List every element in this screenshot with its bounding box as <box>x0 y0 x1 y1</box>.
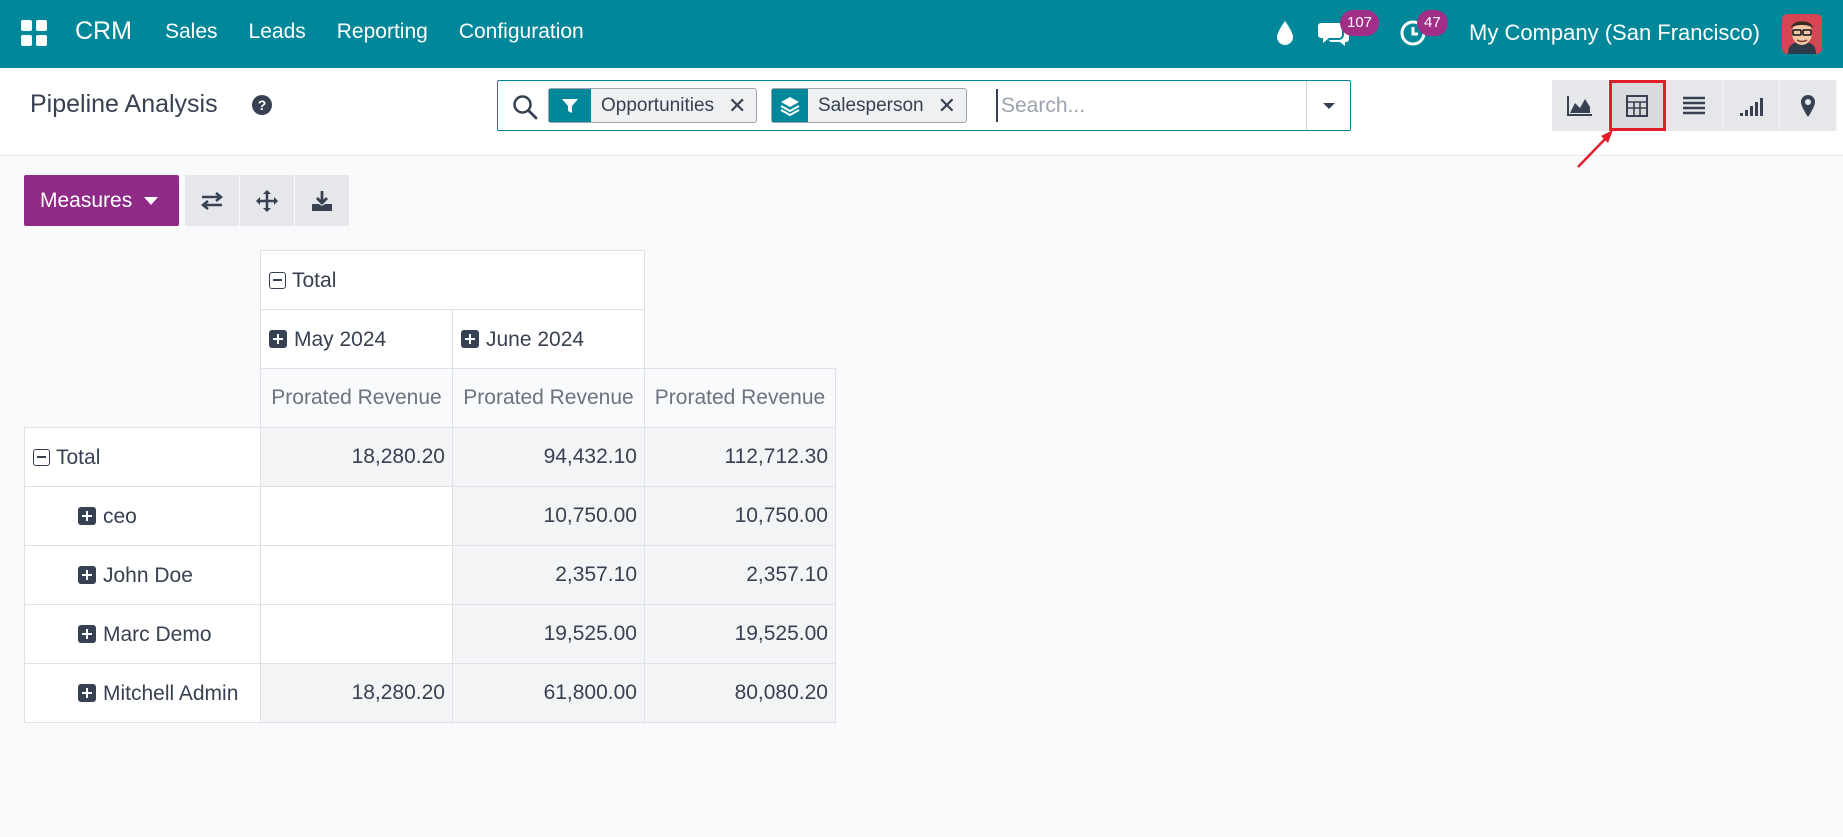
company-switcher[interactable]: My Company (San Francisco) <box>1469 20 1760 46</box>
value-cell[interactable]: 61,800.00 <box>452 663 645 723</box>
col-header-total[interactable]: Total <box>260 250 645 310</box>
col-header-june-2024[interactable]: June 2024 <box>452 309 645 369</box>
caret-down-icon <box>144 196 159 205</box>
search-input[interactable] <box>996 89 1296 122</box>
expand-icon <box>78 684 96 702</box>
map-marker-icon <box>1801 94 1815 117</box>
search-options-toggle[interactable] <box>1306 81 1350 130</box>
area-chart-icon <box>1567 95 1592 116</box>
user-avatar[interactable] <box>1782 14 1822 54</box>
expand-icon <box>78 566 96 584</box>
page-title: Pipeline Analysis <box>30 90 218 118</box>
value-cell[interactable] <box>260 545 453 605</box>
facet-label: Salesperson <box>818 95 924 116</box>
list-icon <box>1683 96 1705 114</box>
activities-badge: 47 <box>1417 10 1448 36</box>
value-cell[interactable]: 2,357.10 <box>644 545 836 605</box>
view-switcher <box>1552 80 1837 131</box>
app-name[interactable]: CRM <box>75 17 132 46</box>
row-header-label: Total <box>56 445 101 469</box>
search-icon[interactable] <box>512 94 538 120</box>
exchange-icon <box>200 191 224 210</box>
arrows-move-icon <box>256 189 278 212</box>
col-header-may-2024[interactable]: May 2024 <box>260 309 453 369</box>
value-cell[interactable]: 19,525.00 <box>644 604 836 664</box>
menu-item-configuration[interactable]: Configuration <box>459 20 584 44</box>
download-icon <box>312 190 332 211</box>
cohort-view-button[interactable] <box>1723 80 1780 131</box>
row-header-label: ceo <box>103 504 137 528</box>
expand-all-button[interactable] <box>240 175 294 226</box>
facet-label: Opportunities <box>601 95 715 116</box>
value-cell[interactable] <box>260 604 453 664</box>
value-cell[interactable]: 80,080.20 <box>644 663 836 723</box>
measure-header[interactable]: Prorated Revenue <box>644 368 836 428</box>
value-cell[interactable]: 19,525.00 <box>452 604 645 664</box>
expand-icon <box>269 330 287 348</box>
value-cell[interactable]: 18,280.20 <box>260 663 453 723</box>
remove-facet-icon[interactable]: ✕ <box>724 89 756 122</box>
apps-menu-icon[interactable] <box>21 20 47 46</box>
filter-icon <box>549 89 591 122</box>
measures-label: Measures <box>40 188 133 212</box>
cohort-bars-icon <box>1740 97 1763 116</box>
col-header-label: May 2024 <box>294 327 387 351</box>
row-header-mitchell-admin[interactable]: Mitchell Admin <box>24 663 261 723</box>
pivot-view-button[interactable] <box>1609 80 1666 131</box>
map-view-button[interactable] <box>1780 80 1837 131</box>
remove-facet-icon[interactable]: ✕ <box>934 89 966 122</box>
row-header-label: Mitchell Admin <box>103 681 239 705</box>
menu-item-leads[interactable]: Leads <box>249 20 306 44</box>
graph-view-button[interactable] <box>1552 80 1609 131</box>
expand-icon <box>78 625 96 643</box>
caret-down-icon <box>1322 102 1335 109</box>
top-navbar: CRM Sales Leads Reporting Configuration … <box>0 0 1843 68</box>
collapse-icon <box>269 271 286 289</box>
pivot-table-icon <box>1626 94 1648 117</box>
col-header-label: June 2024 <box>486 327 585 351</box>
download-xlsx-button[interactable] <box>295 175 349 226</box>
row-header-label: John Doe <box>103 563 193 587</box>
flip-axis-button[interactable] <box>185 175 239 226</box>
expand-icon <box>461 330 479 348</box>
total-cell[interactable]: 18,280.20 <box>260 427 453 487</box>
search-bar: Opportunities ✕ Salesperson ✕ <box>497 80 1351 131</box>
menu-item-reporting[interactable]: Reporting <box>337 20 428 44</box>
row-header-ceo[interactable]: ceo <box>24 486 261 546</box>
group-by-layers-icon <box>772 89 808 122</box>
messages-badge: 107 <box>1340 10 1380 36</box>
value-cell[interactable]: 2,357.10 <box>452 545 645 605</box>
col-header-label: Total <box>292 268 337 292</box>
value-cell[interactable]: 10,750.00 <box>644 486 836 546</box>
row-header-label: Marc Demo <box>103 622 212 646</box>
measures-dropdown-button[interactable]: Measures <box>24 175 179 226</box>
pivot-tools <box>185 175 349 226</box>
row-header-marc-demo[interactable]: Marc Demo <box>24 604 261 664</box>
value-cell[interactable]: 10,750.00 <box>452 486 645 546</box>
collapse-icon <box>33 448 50 466</box>
control-panel: Pipeline Analysis ? Opportunities ✕ Sale… <box>0 68 1843 156</box>
drop-icon[interactable] <box>1275 20 1295 46</box>
expand-icon <box>78 507 96 525</box>
total-cell[interactable]: 112,712.30 <box>644 427 836 487</box>
facet-salesperson[interactable]: Salesperson ✕ <box>771 88 968 123</box>
measure-header[interactable]: Prorated Revenue <box>452 368 645 428</box>
row-header-total[interactable]: Total <box>24 427 261 487</box>
list-view-button[interactable] <box>1666 80 1723 131</box>
measure-header[interactable]: Prorated Revenue <box>260 368 453 428</box>
help-icon[interactable]: ? <box>252 95 272 115</box>
value-cell[interactable] <box>260 486 453 546</box>
facet-opportunities[interactable]: Opportunities ✕ <box>548 88 758 123</box>
menu-item-sales[interactable]: Sales <box>165 20 218 44</box>
row-header-john-doe[interactable]: John Doe <box>24 545 261 605</box>
avatar-face-icon <box>1782 14 1822 54</box>
main-menu: Sales Leads Reporting Configuration <box>165 20 615 44</box>
annotation-arrow-icon <box>1577 130 1613 168</box>
total-cell[interactable]: 94,432.10 <box>452 427 645 487</box>
